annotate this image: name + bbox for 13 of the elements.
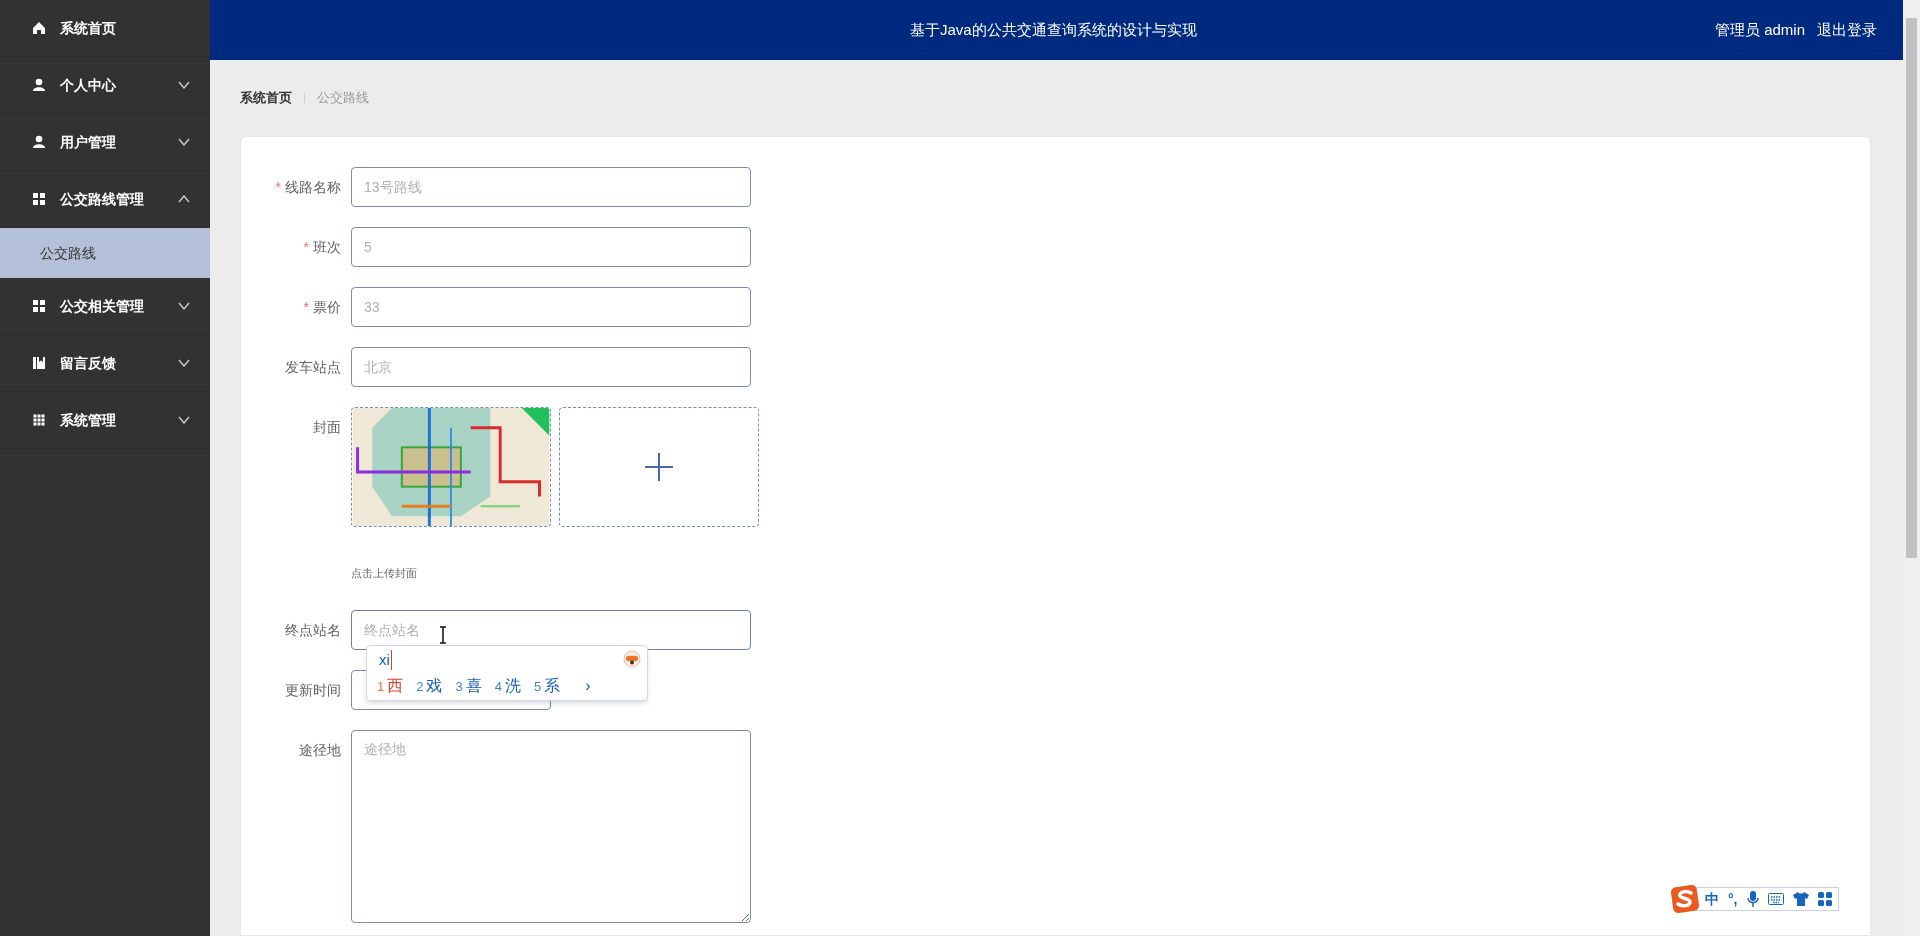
field-label: 途径地 (298, 740, 342, 760)
field-label: * 线路名称 (274, 178, 342, 197)
field-label: 发车站点 (284, 358, 342, 377)
user-label: 管理员 admin (1714, 19, 1805, 40)
header-title: 基于Java的公共交通查询系统的设计与实现 (910, 19, 1197, 40)
ime-composition: xi (379, 650, 392, 670)
field-label: * 班次 (302, 238, 342, 257)
upload-hint: 点击上传封面 (351, 566, 418, 581)
breadcrumb-item: 公交路线 (317, 89, 369, 108)
field-label: * 票价 (302, 298, 342, 317)
field-label: 封面 (312, 418, 342, 437)
field-label: 更新时间 (284, 680, 342, 700)
field-label: 终点站名 (284, 620, 342, 640)
